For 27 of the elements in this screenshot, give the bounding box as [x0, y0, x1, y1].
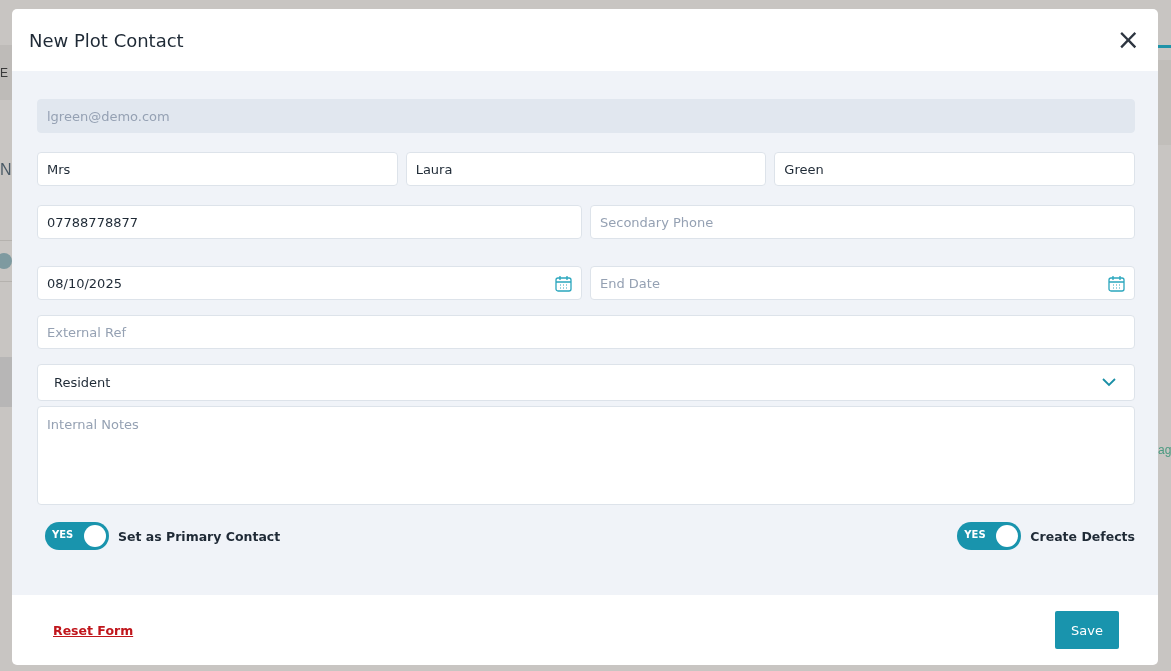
toggle-label: Set as Primary Contact: [118, 528, 281, 544]
close-button[interactable]: ×: [1116, 26, 1140, 54]
external-ref-field[interactable]: External Ref: [37, 315, 1135, 349]
save-button[interactable]: Save: [1055, 611, 1119, 649]
toggle-label: Create Defects: [1030, 528, 1135, 544]
name-field[interactable]: Mrs: [37, 152, 398, 186]
phone-field[interactable]: 07788778877: [37, 205, 582, 239]
toggle-switch[interactable]: YES: [45, 522, 109, 550]
page-text: N: [0, 161, 12, 179]
contact-type-dropdown[interactable]: Resident: [37, 364, 1135, 401]
page-row: [0, 357, 12, 407]
phone-field[interactable]: Secondary Phone: [590, 205, 1135, 239]
name-field[interactable]: Green: [774, 152, 1135, 186]
notes-field[interactable]: Internal Notes: [37, 406, 1135, 505]
date-field[interactable]: End Date: [590, 266, 1135, 300]
chevron-down-icon: [1102, 378, 1116, 387]
avatar-icon: [0, 253, 12, 269]
toggle-switch[interactable]: YES: [957, 522, 1022, 550]
calendar-icon: [555, 275, 572, 292]
dialog-title: New Plot Contact: [29, 29, 184, 51]
tab-underline: [1158, 45, 1171, 48]
reset-form-link[interactable]: Reset Form: [53, 622, 134, 638]
name-field[interactable]: Laura: [405, 152, 767, 186]
page-text: E: [0, 65, 8, 80]
calendar-icon: [1108, 275, 1125, 292]
date-field[interactable]: 08/10/2025: [37, 266, 582, 300]
page-text: ag: [1158, 443, 1171, 457]
